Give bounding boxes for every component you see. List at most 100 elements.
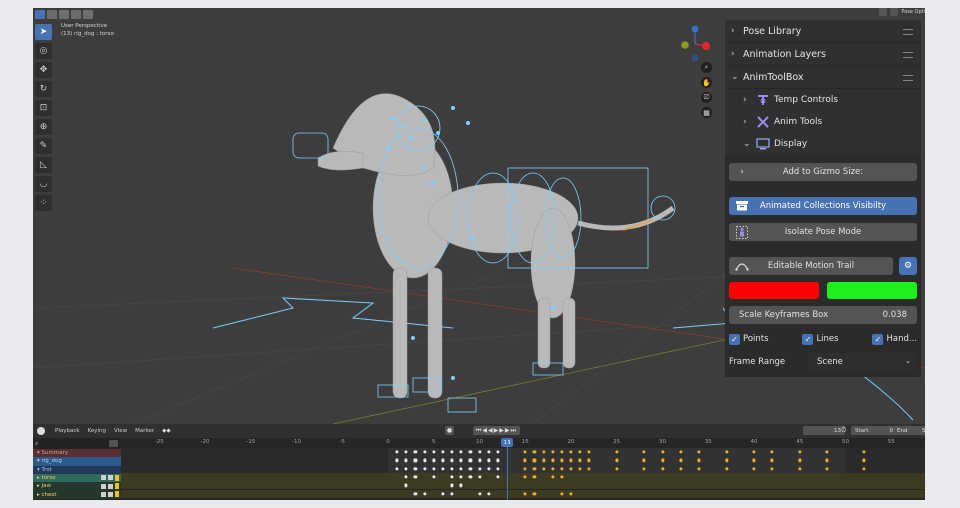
select-intersect-icon[interactable] (83, 10, 93, 19)
channel-row[interactable]: ▸ Jaw (33, 482, 121, 491)
keyframe-nav-icon[interactable]: ◆◆ (162, 428, 170, 434)
channel-row[interactable]: ▾ Trot (33, 465, 121, 474)
motion-trail-settings-button[interactable]: ⚙ (899, 257, 917, 275)
current-frame-field[interactable]: 13 (803, 426, 845, 435)
anim-tools-icon (755, 115, 771, 129)
xray-toggle-icon[interactable] (890, 8, 899, 16)
select-cursor-icon[interactable]: ➤ (35, 24, 52, 40)
drag-grip-icon[interactable] (903, 52, 913, 58)
mute-checkbox[interactable] (108, 491, 113, 497)
field-label: Start (855, 427, 869, 434)
channel-toggles[interactable] (101, 474, 119, 481)
playhead-line[interactable] (506, 438, 508, 500)
ruler-tick-label: 0 (386, 439, 390, 445)
field-value: 50 (922, 427, 925, 434)
panel-animation-layers[interactable]: › Animation Layers (725, 43, 921, 66)
frame-range-select[interactable]: Scene ⌄ (809, 353, 917, 371)
checkmark-icon: ✓ (729, 333, 740, 345)
pose-relax-icon[interactable]: ◡ (35, 176, 52, 192)
subpanel-label: Temp Controls (774, 95, 839, 105)
subpanel-display[interactable]: ⌄ Display (725, 133, 921, 155)
menu-playback[interactable]: Playback (55, 428, 80, 434)
perspective-label: User Perspective (61, 23, 108, 29)
channel-row[interactable]: ▸ chest (33, 490, 121, 499)
dope-sheet-timeline[interactable]: Playback Keying View Marker ◆◆ ● ⏮◀◀▶▶▶⏭… (33, 424, 925, 500)
drag-grip-icon[interactable] (903, 75, 913, 81)
editable-motion-trail-button[interactable]: Editable Motion Trail (729, 257, 893, 275)
editor-type-icon[interactable] (37, 427, 45, 435)
tool-shelf: ➤ ◎ ✥ ↻ ⊡ ⊕ ✎ ◺ ◡ ⁘ (35, 24, 53, 211)
gizmo-x-axis[interactable] (702, 42, 710, 50)
filter-toggle-button[interactable] (109, 440, 118, 447)
isolate-pose-mode-button[interactable]: Isolate Pose Mode (729, 223, 917, 241)
keyframe-area[interactable] (121, 438, 925, 500)
pan-hand-icon[interactable]: ✋ (701, 77, 712, 88)
ruler-tick-label: 35 (704, 439, 712, 445)
frame-ruler[interactable]: -25-20-15-10-5051015202530354045505513 (121, 438, 925, 448)
camera-icon[interactable]: ⎚ (701, 92, 712, 103)
navigation-gizmo[interactable] (673, 22, 713, 62)
cursor-icon[interactable]: ◎ (35, 43, 52, 59)
subpanel-temp-controls[interactable]: › Temp Controls (725, 89, 921, 111)
scale-icon[interactable]: ⊡ (35, 100, 52, 116)
start-frame-field[interactable]: Start 0 (851, 426, 897, 435)
ruler-tick-label: -15 (246, 439, 256, 445)
lines-checkbox[interactable]: ✓ Lines (802, 333, 839, 345)
isolate-figure-icon (735, 225, 749, 239)
channel-search[interactable]: ⌕ (33, 438, 121, 449)
button-label: Animated Collections Visibilty (759, 201, 887, 211)
pose-options-tab[interactable]: Pose Opti (901, 9, 925, 15)
ruler-tick-label: 10 (476, 439, 483, 445)
menu-keying[interactable]: Keying (88, 428, 106, 434)
trail-color-after-swatch[interactable] (827, 282, 917, 299)
wrench-icon[interactable] (101, 475, 106, 481)
temp-controls-icon (755, 93, 771, 107)
annotate-icon[interactable]: ✎ (35, 138, 52, 154)
menu-marker[interactable]: Marker (135, 428, 154, 434)
mute-checkbox[interactable] (108, 475, 113, 481)
record-button[interactable]: ● (445, 426, 454, 435)
trail-color-before-swatch[interactable] (729, 282, 819, 299)
measure-icon[interactable]: ◺ (35, 157, 52, 173)
3d-viewport[interactable]: User Perspective (13) rig_dog : torso ➤ … (33, 8, 925, 424)
stopwatch-icon[interactable]: ⏱ (841, 426, 846, 435)
select-subtract-icon[interactable] (59, 10, 69, 19)
wrench-icon[interactable] (101, 483, 106, 489)
drag-grip-icon[interactable] (903, 29, 913, 35)
handles-checkbox[interactable]: ✓ Hand... (872, 333, 917, 345)
ortho-grid-icon[interactable]: ▦ (701, 107, 712, 118)
channel-label: ▾ Summary (37, 450, 69, 457)
subpanel-label: Display (774, 139, 808, 149)
select-invert-icon[interactable] (71, 10, 81, 19)
channel-label: ▸ chest (37, 491, 57, 498)
channel-row[interactable]: ▸ torso (33, 473, 121, 483)
channel-toggles[interactable] (101, 483, 119, 490)
gizmo-neg-z-axis[interactable] (691, 54, 699, 62)
channel-row[interactable]: ▾ Summary (33, 449, 121, 458)
channel-row[interactable]: ▾ rig_dog (33, 457, 121, 466)
gizmo-y-axis[interactable] (681, 41, 689, 49)
select-box-icon[interactable] (35, 10, 45, 19)
channel-toggles[interactable] (101, 491, 119, 498)
pose-push-icon[interactable]: ⁘ (35, 195, 52, 211)
subpanel-anim-tools[interactable]: › Anim Tools (725, 111, 921, 133)
wrench-icon[interactable] (101, 491, 106, 497)
zoom-icon[interactable]: ⌕ (701, 62, 712, 73)
menu-view[interactable]: View (114, 428, 127, 434)
rotate-icon[interactable]: ↻ (35, 81, 52, 97)
select-extend-icon[interactable] (47, 10, 57, 19)
overlay-toggle-icon[interactable] (879, 8, 888, 16)
move-icon[interactable]: ✥ (35, 62, 52, 78)
scale-keyframes-box-field[interactable]: Scale Keyframes Box 0.038 (729, 306, 917, 324)
subpanel-label: Anim Tools (774, 117, 823, 127)
panel-pose-library[interactable]: › Pose Library (725, 20, 921, 43)
add-gizmo-size-button[interactable]: › Add to Gizmo Size: (729, 163, 917, 181)
gizmo-z-axis[interactable] (691, 25, 699, 33)
panel-animtoolbox[interactable]: ⌄ AnimToolBox (725, 66, 921, 89)
points-checkbox[interactable]: ✓ Points (729, 333, 769, 345)
animated-collections-visibility-button[interactable]: Animated Collections Visibilty (729, 197, 917, 215)
playback-controls[interactable]: ⏮◀◀▶▶▶⏭ (473, 426, 520, 435)
mute-checkbox[interactable] (108, 483, 113, 489)
transform-icon[interactable]: ⊕ (35, 119, 52, 135)
end-frame-field[interactable]: End 50 (893, 426, 925, 435)
